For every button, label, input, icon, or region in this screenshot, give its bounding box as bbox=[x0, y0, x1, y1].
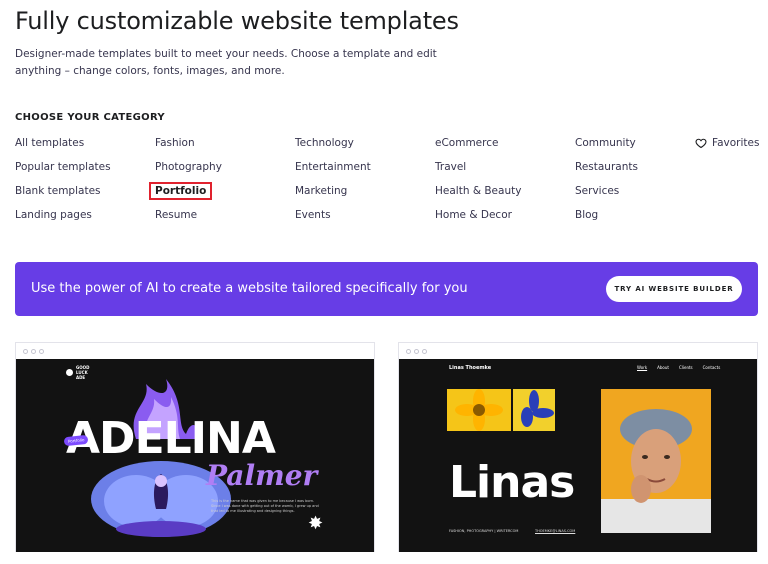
flower-photos-icon bbox=[447, 389, 555, 431]
browser-chrome bbox=[16, 343, 374, 359]
template-card[interactable]: GOOD LUCK ADE ADELINA Portfolio Palmer T… bbox=[15, 342, 375, 552]
category-resume[interactable]: Resume bbox=[155, 209, 197, 221]
category-technology[interactable]: Technology bbox=[295, 137, 354, 149]
category-landing-pages[interactable]: Landing pages bbox=[15, 209, 92, 221]
logo-mark-icon bbox=[66, 369, 73, 376]
category-events[interactable]: Events bbox=[295, 209, 331, 221]
category-services[interactable]: Services bbox=[575, 185, 619, 197]
category-blog[interactable]: Blog bbox=[575, 209, 598, 221]
window-dot bbox=[406, 348, 411, 354]
window-dot bbox=[31, 348, 36, 354]
template-card[interactable]: Linas Thoemke Work About Clients Contact… bbox=[398, 342, 758, 552]
preview-surname-text: Palmer bbox=[206, 459, 318, 492]
preview-logo-text: GOOD LUCK ADE bbox=[76, 365, 90, 380]
category-travel[interactable]: Travel bbox=[435, 161, 466, 173]
preview-nav-item: Contacts bbox=[702, 365, 721, 370]
heart-outline-icon bbox=[695, 138, 707, 149]
category-all-templates[interactable]: All templates bbox=[15, 137, 84, 149]
category-ecommerce[interactable]: eCommerce bbox=[435, 137, 498, 149]
sparkle-icon: ✸ bbox=[308, 513, 324, 534]
banner-text: Use the power of AI to create a website … bbox=[31, 281, 468, 296]
page-subtitle: Designer-made templates built to meet yo… bbox=[15, 48, 437, 77]
browser-chrome bbox=[399, 343, 757, 359]
window-dot bbox=[414, 348, 419, 354]
preview-big-text: Linas bbox=[449, 457, 575, 508]
preview-nav-item: About bbox=[657, 365, 669, 370]
preview-nav: Work About Clients Contacts bbox=[637, 365, 720, 370]
category-entertainment[interactable]: Entertainment bbox=[295, 161, 371, 173]
preview-description: This is the name that was given to me be… bbox=[211, 499, 319, 513]
category-heading: CHOOSE YOUR CATEGORY bbox=[15, 112, 165, 123]
page-title: Fully customizable website templates bbox=[15, 7, 459, 35]
preview-nav-item: Work bbox=[637, 365, 648, 370]
favorites-link[interactable]: Favorites bbox=[695, 137, 759, 149]
preview-brand: Linas Thoemke bbox=[449, 365, 492, 371]
window-dot bbox=[39, 348, 44, 354]
preview-name-text: ADELINA bbox=[66, 413, 276, 464]
category-blank-templates[interactable]: Blank templates bbox=[15, 185, 101, 197]
preview-nav-item: Clients bbox=[678, 365, 693, 370]
template-preview-linas: Linas Thoemke Work About Clients Contact… bbox=[399, 359, 757, 552]
preview-logo: GOOD LUCK ADE bbox=[66, 365, 96, 380]
preview-footer-left: FASHION, PHOTOGRAPHY | WRITERCOM bbox=[449, 529, 519, 533]
window-dot bbox=[422, 348, 427, 354]
favorites-label: Favorites bbox=[712, 137, 760, 149]
window-dot bbox=[23, 348, 28, 354]
category-popular-templates[interactable]: Popular templates bbox=[15, 161, 111, 173]
category-marketing[interactable]: Marketing bbox=[295, 185, 347, 197]
category-home-decor[interactable]: Home & Decor bbox=[435, 209, 512, 221]
template-preview-adelina: GOOD LUCK ADE ADELINA Portfolio Palmer T… bbox=[16, 359, 374, 552]
category-restaurants[interactable]: Restaurants bbox=[575, 161, 638, 173]
category-portfolio[interactable]: Portfolio bbox=[149, 182, 213, 200]
preview-footer-right: THOEMKE@LINAS.COM bbox=[535, 529, 576, 533]
portrait-photo-icon bbox=[601, 389, 711, 533]
category-community[interactable]: Community bbox=[575, 137, 636, 149]
category-health-beauty[interactable]: Health & Beauty bbox=[435, 185, 521, 197]
category-photography[interactable]: Photography bbox=[155, 161, 222, 173]
try-ai-website-builder-button[interactable]: TRY AI WEBSITE BUILDER bbox=[606, 276, 742, 302]
category-fashion[interactable]: Fashion bbox=[155, 137, 195, 149]
ai-builder-banner: Use the power of AI to create a website … bbox=[15, 262, 758, 316]
